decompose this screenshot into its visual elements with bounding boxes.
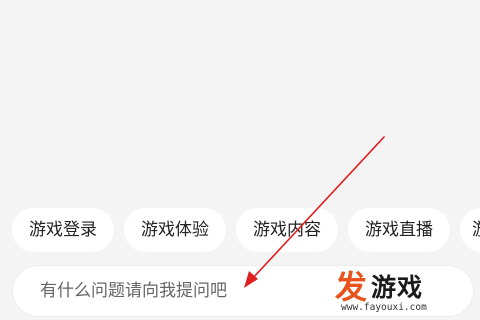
chip-game-content[interactable]: 游戏内容: [236, 208, 338, 252]
suggestion-chips: 游戏登录 游戏体验 游戏内容 游戏直播 游: [0, 208, 480, 254]
screen: 游戏登录 游戏体验 游戏内容 游戏直播 游 有什么问题请向我提问吧 发 游戏 w…: [0, 0, 480, 320]
watermark-url: www.fayouxi.com: [341, 302, 427, 313]
chip-game-experience[interactable]: 游戏体验: [124, 208, 226, 252]
chip-game-login[interactable]: 游戏登录: [12, 208, 114, 252]
watermark-brand-char: 发: [335, 268, 368, 306]
site-watermark-logo: 发 游戏 www.fayouxi.com: [335, 270, 475, 316]
input-placeholder: 有什么问题请向我提问吧: [40, 281, 227, 301]
watermark-brand-text: 游戏: [371, 273, 424, 302]
chip-game-livestream[interactable]: 游戏直播: [348, 208, 450, 252]
chip-partial[interactable]: 游: [460, 208, 480, 252]
